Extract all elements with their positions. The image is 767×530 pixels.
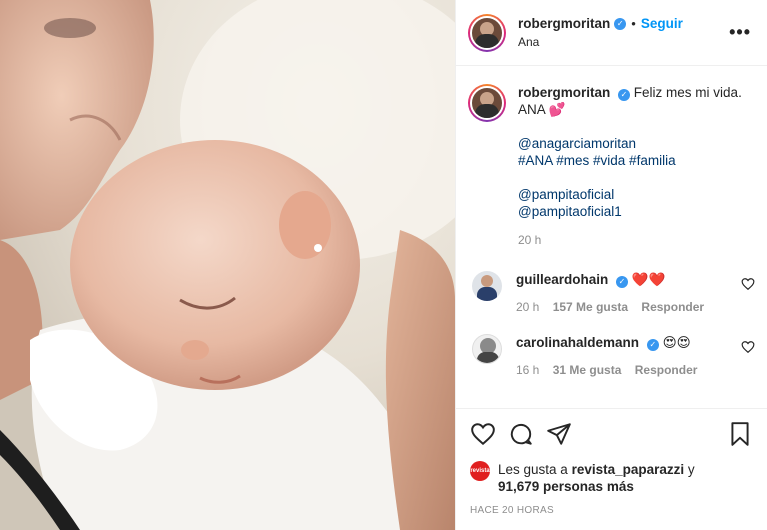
reply-button[interactable]: Responder [641,300,704,314]
header-info: robergmoritan ✓ • Seguir Ana [518,16,729,49]
like-comment-heart-icon[interactable] [741,277,755,291]
verified-badge-icon: ✓ [618,88,631,101]
commenter-username[interactable]: guilleardohain [516,272,608,287]
separator-dot: • [631,16,636,31]
commenter-avatar[interactable] [472,271,502,301]
comment-text: ❤️❤️ [631,272,666,287]
post-sidebar: robergmoritan ✓ • Seguir Ana ••• robergm… [455,0,767,530]
comment-time: 16 h [516,363,540,377]
comment-icon[interactable] [508,421,534,447]
post-header: robergmoritan ✓ • Seguir Ana ••• [456,0,767,66]
liker-username[interactable]: revista_paparazzi [572,462,685,477]
comment-text: 😍😍 [662,335,691,350]
comment-item: guilleardohain ✓ ❤️❤️ 20 h 157 Me gusta … [468,271,755,314]
post-photo[interactable] [0,0,455,530]
likes-summary: revista Les gusta a revista_paparazzi y … [470,461,753,495]
author-avatar[interactable] [468,13,506,52]
hashtag-links[interactable]: #ANA #mes #vida #familia [518,152,755,169]
author-username[interactable]: robergmoritan [518,16,610,31]
bookmark-icon[interactable] [727,421,753,447]
reply-button[interactable]: Responder [635,363,698,377]
caption: robergmoritan ✓ Feliz mes mi vida. ANA 💕… [468,66,755,249]
comment-likes[interactable]: 31 Me gusta [553,363,622,377]
comment-item: carolinahaldemann ✓ 😍😍 16 h 31 Me gusta … [468,334,755,377]
comments-feed: robergmoritan ✓ Feliz mes mi vida. ANA 💕… [456,66,767,377]
liker-avatar[interactable]: revista [470,461,490,481]
instagram-post: robergmoritan ✓ • Seguir Ana ••• robergm… [0,0,767,530]
likes-prefix: Les gusta a [498,462,572,477]
verified-badge-icon: ✓ [616,275,629,288]
mention-link[interactable]: @pampitaoficial [518,186,755,203]
ellipsis-icon[interactable]: ••• [729,22,751,43]
caption-text-line2: ANA 💕 [518,102,566,117]
like-comment-heart-icon[interactable] [741,340,755,354]
caption-username[interactable]: robergmoritan [518,85,610,100]
mention-link[interactable]: @pampitaoficial1 [518,203,755,220]
comment-likes[interactable]: 157 Me gusta [553,300,628,314]
commenter-avatar[interactable] [472,334,502,364]
caption-text: Feliz mes mi vida. [633,85,742,100]
verified-badge-icon: ✓ [646,338,659,351]
share-icon[interactable] [546,421,572,447]
post-actions: revista Les gusta a revista_paparazzi y … [456,408,767,516]
mention-link[interactable]: @anagarciamoritan [518,135,755,152]
heart-icon[interactable] [470,421,496,447]
likes-connector: y [684,462,695,477]
post-photo-image [0,0,455,530]
likes-count[interactable]: 91,679 personas más [498,479,634,494]
post-timestamp[interactable]: HACE 20 HORAS [470,505,753,516]
follow-button[interactable]: Seguir [641,16,683,31]
caption-avatar[interactable] [468,84,506,122]
post-location[interactable]: Ana [518,35,729,49]
verified-badge-icon: ✓ [614,17,627,30]
commenter-username[interactable]: carolinahaldemann [516,335,639,350]
caption-time: 20 h [518,233,542,247]
comment-time: 20 h [516,300,540,314]
